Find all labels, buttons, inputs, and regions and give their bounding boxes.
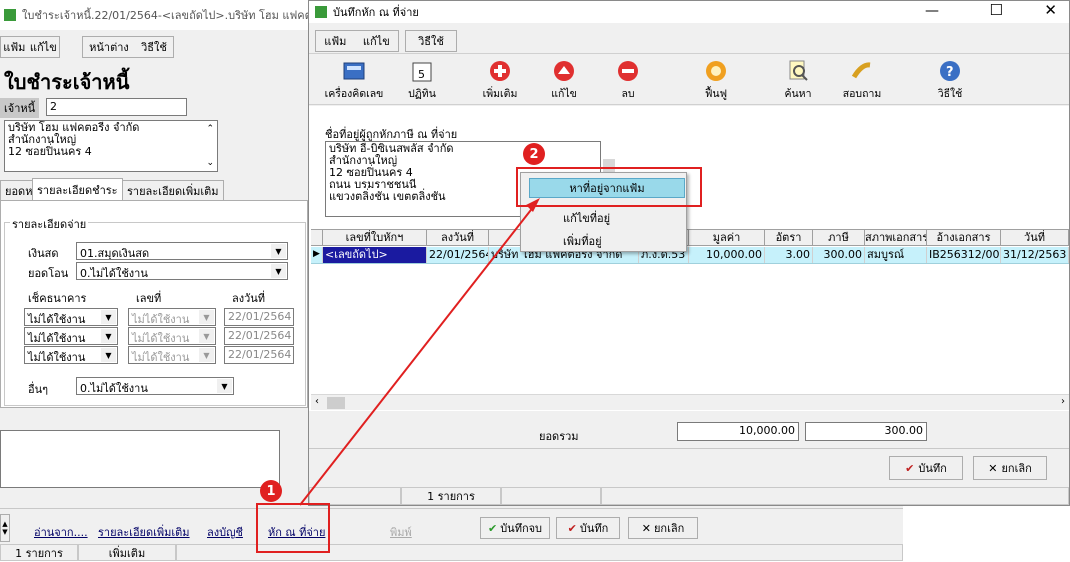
annotation-arrow bbox=[299, 198, 540, 506]
